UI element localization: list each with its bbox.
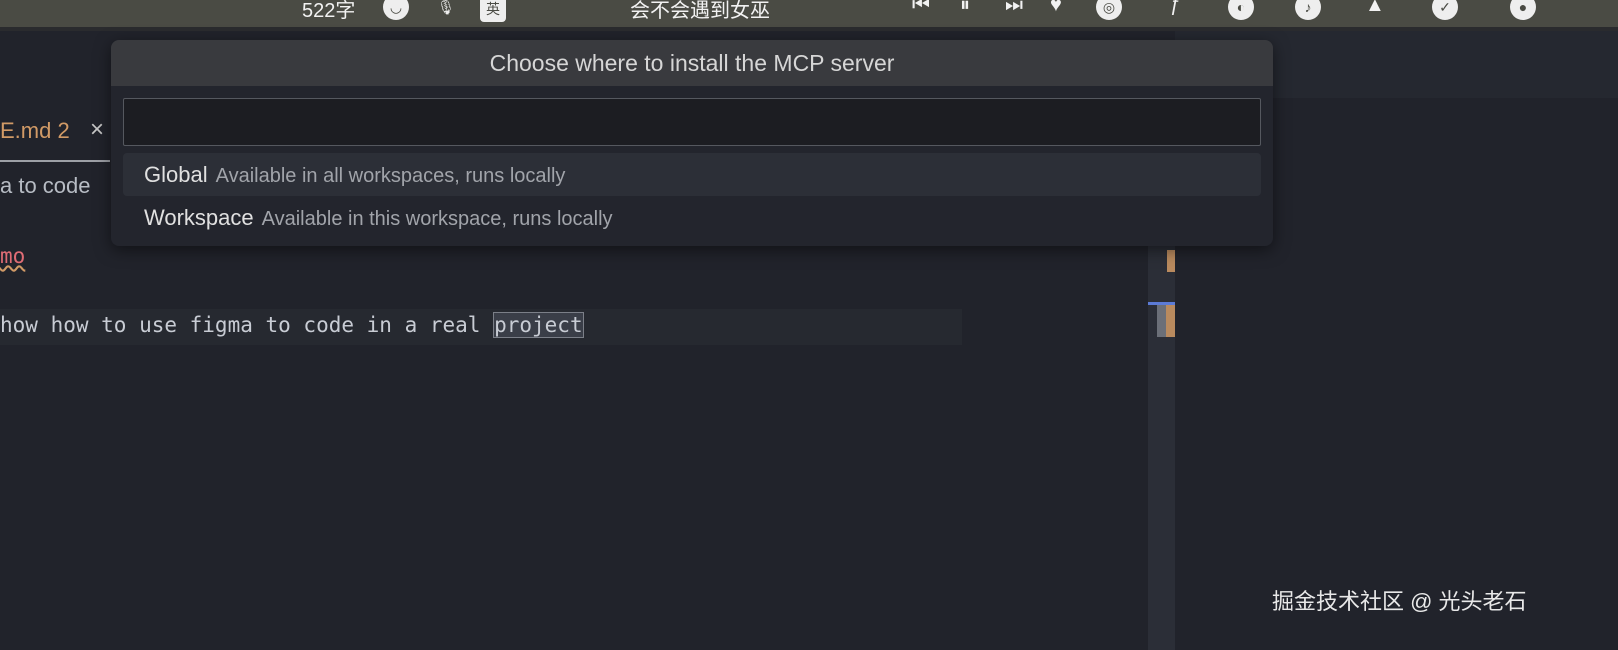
- tab-close-button[interactable]: ×: [90, 116, 104, 144]
- code-text: how how to use figma to code in a real: [0, 313, 494, 337]
- pause-icon[interactable]: ⏸: [960, 0, 970, 17]
- check-icon[interactable]: ✓: [1432, 0, 1458, 20]
- option-label: Global: [144, 162, 208, 187]
- wechat-icon[interactable]: ●: [1510, 0, 1536, 20]
- menu-bar: 522字 ◡ 🎙 英 会不会遇到女巫 ⏮ ⏸ ⏭ ♥ ◎ ƒ ◐ ♪ ▲ ✓ ●: [0, 0, 1618, 27]
- active-tab-indicator: [0, 160, 110, 162]
- next-track-icon[interactable]: ⏭: [1005, 0, 1023, 17]
- heading-text: mo: [0, 244, 26, 268]
- option-description: Available in all workspaces, runs locall…: [215, 165, 566, 187]
- app-icon[interactable]: ◐: [1228, 0, 1254, 20]
- input-method-icon[interactable]: 英: [480, 0, 506, 22]
- microphone-icon[interactable]: 🎙: [433, 0, 459, 20]
- heart-icon[interactable]: ♥: [1050, 0, 1062, 17]
- quick-pick-dialog: Choose where to install the MCP server G…: [111, 40, 1273, 246]
- tab-filename: E.md: [0, 118, 52, 143]
- music-icon[interactable]: ♪: [1295, 0, 1321, 20]
- option-label: Workspace: [144, 205, 254, 230]
- selected-word: project: [493, 312, 584, 338]
- breadcrumb[interactable]: a to code: [0, 173, 91, 199]
- smiley-icon[interactable]: ◡: [383, 0, 409, 20]
- word-count: 522字: [302, 0, 356, 22]
- watermark: 掘金技术社区 @ 光头老石: [1272, 589, 1527, 614]
- vlc-icon[interactable]: ▲: [1365, 0, 1385, 17]
- code-line[interactable]: how how to use figma to code in a real p…: [0, 312, 584, 338]
- figma-icon[interactable]: ƒ: [1170, 0, 1181, 17]
- scroll-thumb[interactable]: [1157, 305, 1175, 337]
- quick-pick-title: Choose where to install the MCP server: [111, 40, 1273, 86]
- scroll-marker: [1167, 250, 1175, 272]
- option-global[interactable]: Global Available in all workspaces, runs …: [123, 153, 1261, 196]
- editor-tab-label[interactable]: E.md 2: [0, 118, 70, 144]
- now-playing[interactable]: 会不会遇到女巫: [630, 0, 770, 23]
- previous-track-icon[interactable]: ⏮: [912, 0, 930, 17]
- target-icon[interactable]: ◎: [1096, 0, 1122, 20]
- quick-pick-input[interactable]: [123, 98, 1261, 146]
- option-description: Available in this workspace, runs locall…: [261, 208, 613, 230]
- option-workspace[interactable]: Workspace Available in this workspace, ru…: [123, 196, 1261, 239]
- tab-problem-count: 2: [57, 118, 70, 143]
